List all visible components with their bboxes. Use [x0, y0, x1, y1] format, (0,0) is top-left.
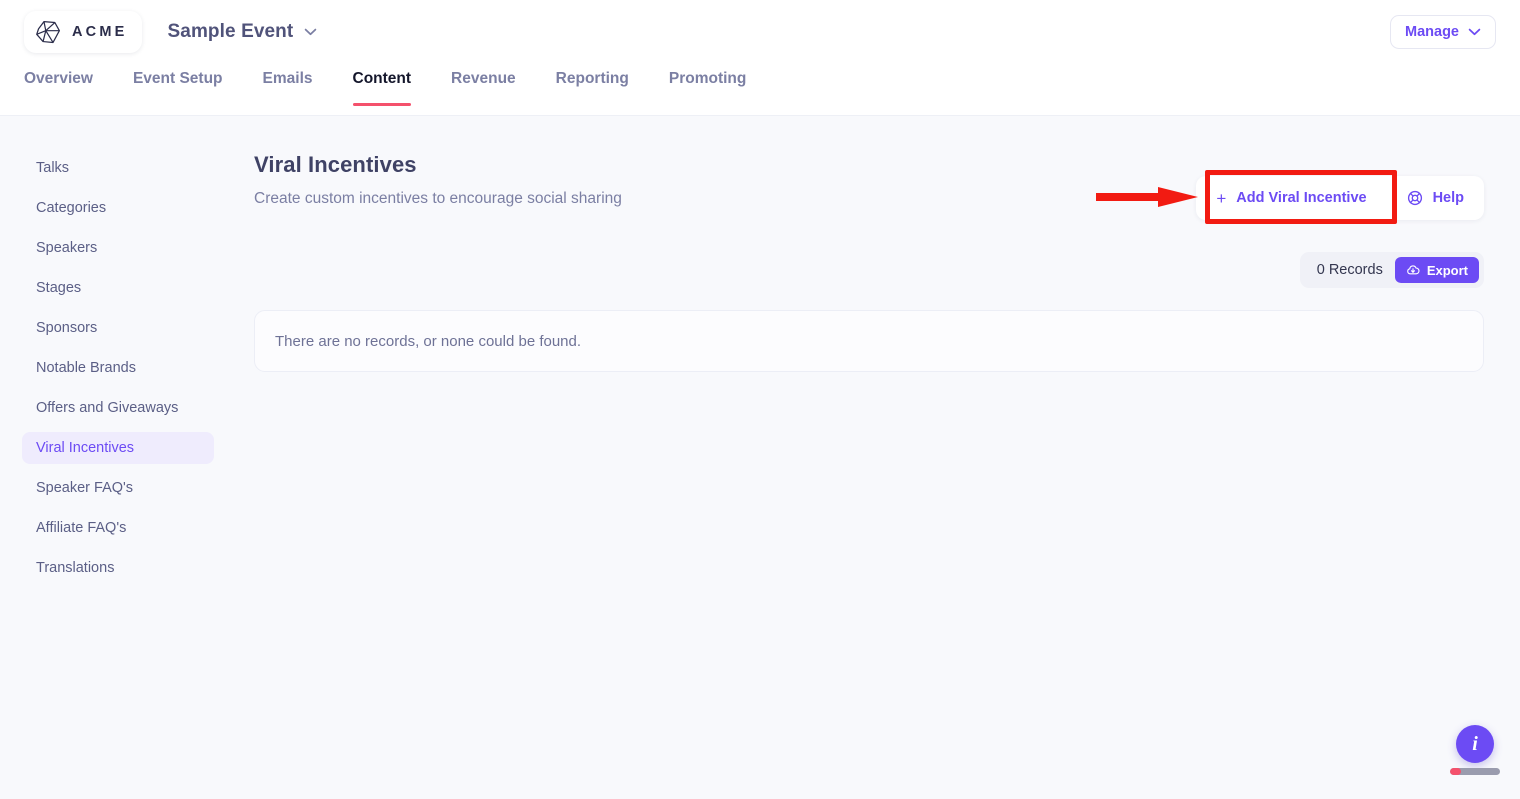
- info-progress-bar: [1450, 768, 1500, 775]
- sidebar-item-translations[interactable]: Translations: [22, 552, 214, 584]
- main-nav-tabs: Overview Event Setup Emails Content Reve…: [24, 70, 766, 106]
- export-label: Export: [1426, 262, 1468, 278]
- empty-state-card: There are no records, or none could be f…: [254, 310, 1484, 372]
- records-count: 0 Records: [1316, 262, 1383, 278]
- empty-state-message: There are no records, or none could be f…: [275, 332, 582, 350]
- sidebar-item-talks[interactable]: Talks: [22, 152, 214, 184]
- records-toolbar: 0 Records Export: [254, 252, 1484, 292]
- sidebar-item-viral-incentives[interactable]: Viral Incentives: [22, 432, 214, 464]
- page-header: Viral Incentives Create custom incentive…: [254, 152, 1484, 238]
- tab-event-setup[interactable]: Event Setup: [113, 70, 243, 106]
- sidebar-item-affiliate-faqs[interactable]: Affiliate FAQ's: [22, 512, 214, 544]
- tab-overview[interactable]: Overview: [24, 70, 113, 106]
- tab-reporting[interactable]: Reporting: [536, 70, 649, 106]
- sidebar-item-categories[interactable]: Categories: [22, 192, 214, 224]
- tab-emails[interactable]: Emails: [243, 70, 333, 106]
- manage-label: Manage: [1405, 24, 1459, 40]
- chevron-down-icon: [1468, 28, 1481, 36]
- tab-revenue[interactable]: Revenue: [431, 70, 536, 106]
- top-header: ACME Sample Event Manage Overview Event …: [0, 0, 1520, 116]
- event-selector[interactable]: Sample Event: [168, 21, 318, 43]
- help-button[interactable]: Help: [1387, 176, 1484, 220]
- lifebuoy-icon: [1407, 190, 1422, 206]
- info-glyph: i: [1472, 732, 1478, 755]
- page-action-group: + Add Viral Incentive Help: [1196, 176, 1484, 220]
- sidebar-item-notable-brands[interactable]: Notable Brands: [22, 352, 214, 384]
- chevron-down-icon: [305, 28, 317, 36]
- logo-wordmark: ACME: [72, 24, 128, 40]
- main-content: Viral Incentives Create custom incentive…: [254, 152, 1484, 372]
- polyhedron-gem-icon: [36, 20, 60, 43]
- sidebar-item-speakers[interactable]: Speakers: [22, 232, 214, 264]
- sidebar-item-speaker-faqs[interactable]: Speaker FAQ's: [22, 472, 214, 504]
- app-root: ACME Sample Event Manage Overview Event …: [0, 0, 1520, 799]
- add-viral-incentive-label: Add Viral Incentive: [1236, 190, 1367, 206]
- cloud-download-icon: [1407, 265, 1420, 275]
- brand-row: ACME Sample Event: [24, 10, 317, 54]
- page-title: Viral Incentives: [254, 152, 417, 177]
- acme-logo[interactable]: ACME: [24, 11, 142, 53]
- tab-content[interactable]: Content: [333, 70, 432, 106]
- content-sidebar: Talks Categories Speakers Stages Sponsor…: [22, 152, 214, 592]
- tab-promoting[interactable]: Promoting: [649, 70, 767, 106]
- sidebar-item-sponsors[interactable]: Sponsors: [22, 312, 214, 344]
- manage-button[interactable]: Manage: [1390, 15, 1496, 49]
- sidebar-item-stages[interactable]: Stages: [22, 272, 214, 304]
- plus-icon: +: [1216, 188, 1227, 208]
- export-button[interactable]: Export: [1394, 257, 1479, 283]
- help-label: Help: [1432, 190, 1464, 206]
- info-help-fab[interactable]: i: [1456, 725, 1494, 763]
- event-name: Sample Event: [167, 21, 294, 42]
- sidebar-item-offers-and-giveaways[interactable]: Offers and Giveaways: [22, 392, 214, 424]
- add-viral-incentive-button[interactable]: + Add Viral Incentive: [1196, 176, 1386, 220]
- records-chip: 0 Records Export: [1299, 252, 1484, 288]
- info-progress-fill: [1450, 768, 1461, 775]
